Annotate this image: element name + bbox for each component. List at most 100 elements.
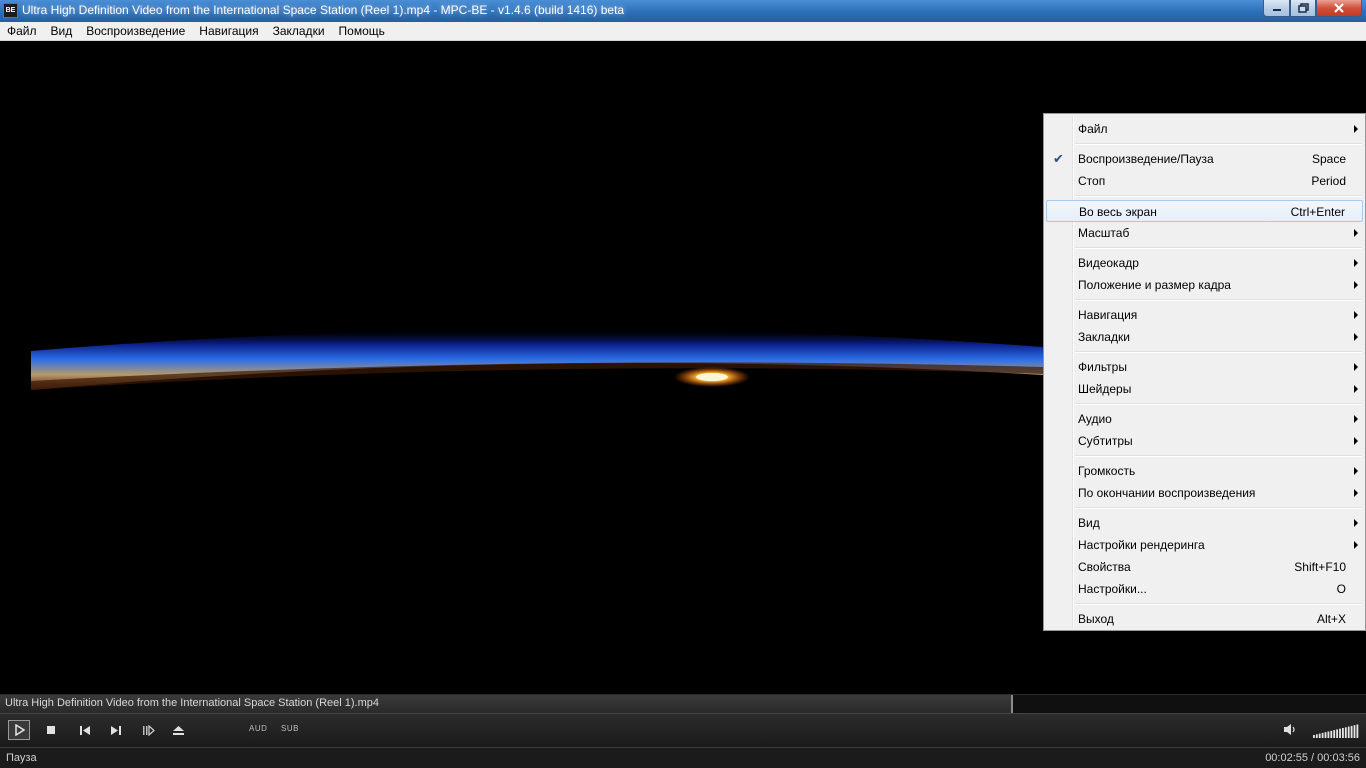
- context-menu-item[interactable]: Во весь экран Ctrl+Enter: [1046, 200, 1363, 222]
- stop-icon: [47, 726, 55, 734]
- volume-level-bar: [1315, 734, 1318, 738]
- context-menu-item[interactable]: Видеокадр: [1046, 252, 1363, 274]
- context-menu-item-shortcut: Ctrl+Enter: [1290, 205, 1345, 219]
- menu-separator: [1075, 455, 1362, 457]
- seek-bar[interactable]: Ultra High Definition Video from the Int…: [0, 694, 1366, 713]
- context-menu-item-label: Фильтры: [1078, 360, 1127, 374]
- volume-level-bar: [1344, 727, 1347, 738]
- context-menu-item[interactable]: Шейдеры: [1046, 378, 1363, 400]
- menu-play[interactable]: Воспроизведение: [79, 22, 192, 40]
- context-menu: Файл ✔ Воспроизведение/Пауза Space Стоп Perio…: [1043, 113, 1366, 631]
- stop-button[interactable]: [40, 720, 62, 740]
- submenu-arrow-icon: [1354, 363, 1358, 371]
- window-title: Ultra High Definition Video from the Int…: [22, 3, 625, 17]
- submenu-arrow-icon: [1354, 333, 1358, 341]
- context-menu-item[interactable]: Масштаб: [1046, 222, 1363, 244]
- menu-separator: [1075, 247, 1362, 249]
- submenu-arrow-icon: [1354, 311, 1358, 319]
- context-menu-item[interactable]: Настройки... O: [1046, 578, 1363, 600]
- context-menu-item-shortcut: Period: [1311, 174, 1346, 188]
- menu-help[interactable]: Помощь: [332, 22, 392, 40]
- context-menu-item[interactable]: Навигация: [1046, 304, 1363, 326]
- context-menu-item[interactable]: Аудио: [1046, 408, 1363, 430]
- context-menu-item-label: Файл: [1078, 122, 1108, 136]
- context-menu-item-label: Положение и размер кадра: [1078, 278, 1231, 292]
- menu-navigate[interactable]: Навигация: [192, 22, 265, 40]
- context-menu-item[interactable]: Стоп Period: [1046, 170, 1363, 192]
- submenu-arrow-icon: [1354, 437, 1358, 445]
- context-menu-item[interactable]: Громкость: [1046, 460, 1363, 482]
- menu-bookmarks[interactable]: Закладки: [266, 22, 332, 40]
- context-menu-item[interactable]: Субтитры: [1046, 430, 1363, 452]
- menu-separator: [1075, 507, 1362, 509]
- context-menu-item[interactable]: Фильтры: [1046, 356, 1363, 378]
- context-menu-item[interactable]: Вид: [1046, 512, 1363, 534]
- frame-step-icon: [142, 724, 155, 736]
- volume-level-bar: [1353, 725, 1356, 738]
- volume-level-bar: [1347, 726, 1350, 738]
- context-menu-item-label: Масштаб: [1078, 226, 1130, 240]
- eject-icon: [172, 725, 184, 735]
- context-menu-item-shortcut: Space: [1311, 152, 1346, 166]
- time-display: 00:02:55 / 00:03:56: [1265, 752, 1360, 764]
- menu-view[interactable]: Вид: [44, 22, 80, 40]
- next-button[interactable]: [105, 720, 127, 740]
- close-button[interactable]: [1316, 0, 1362, 17]
- minimize-button[interactable]: [1263, 0, 1290, 17]
- context-menu-item[interactable]: Свойства Shift+F10: [1046, 556, 1363, 578]
- menu-file[interactable]: Файл: [0, 22, 44, 40]
- close-icon: [1334, 3, 1344, 13]
- title-bar[interactable]: BE Ultra High Definition Video from the …: [0, 0, 1366, 22]
- context-menu-item-label: Закладки: [1078, 330, 1130, 344]
- submenu-arrow-icon: [1354, 415, 1358, 423]
- context-menu-item[interactable]: Закладки: [1046, 326, 1363, 348]
- context-menu-item[interactable]: Файл: [1046, 118, 1363, 140]
- playback-state: Пауза: [6, 752, 37, 764]
- volume-level-bar: [1350, 725, 1353, 738]
- volume-level-bar: [1330, 730, 1333, 738]
- play-button[interactable]: [8, 720, 30, 740]
- context-menu-item-label: Шейдеры: [1078, 382, 1132, 396]
- minimize-icon: [1272, 9, 1281, 11]
- skip-forward-icon: [111, 725, 121, 735]
- context-menu-item-label: Настройки рендеринга: [1078, 538, 1205, 552]
- control-bar: AUD SUB: [0, 713, 1366, 747]
- context-menu-item-label: Вид: [1078, 516, 1100, 530]
- context-menu-item-shortcut: O: [1336, 582, 1346, 596]
- context-menu-item[interactable]: Настройки рендеринга: [1046, 534, 1363, 556]
- submenu-arrow-icon: [1354, 259, 1358, 267]
- menu-separator: [1075, 195, 1362, 197]
- context-menu-item[interactable]: По окончании воспроизведения: [1046, 482, 1363, 504]
- context-menu-item-label: Навигация: [1078, 308, 1138, 322]
- volume-level-bar: [1356, 724, 1359, 738]
- context-menu-item[interactable]: Выход Alt+X: [1046, 608, 1363, 630]
- submenu-arrow-icon: [1354, 229, 1358, 237]
- restore-icon: [1297, 3, 1309, 13]
- volume-slider[interactable]: [1313, 722, 1359, 740]
- menu-separator: [1075, 603, 1362, 605]
- speaker-icon[interactable]: [1283, 723, 1297, 736]
- submenu-arrow-icon: [1354, 541, 1358, 549]
- submenu-arrow-icon: [1354, 467, 1358, 475]
- audio-track-button[interactable]: AUD: [249, 724, 267, 733]
- context-menu-item[interactable]: ✔ Воспроизведение/Пауза Space: [1046, 148, 1363, 170]
- restore-button[interactable]: [1290, 0, 1316, 17]
- app-icon[interactable]: BE: [3, 3, 18, 18]
- context-menu-item-label: Субтитры: [1078, 434, 1133, 448]
- eject-button[interactable]: [167, 720, 189, 740]
- context-menu-item[interactable]: Положение и размер кадра: [1046, 274, 1363, 296]
- volume-level-bar: [1342, 728, 1344, 738]
- subtitle-track-button[interactable]: SUB: [281, 724, 299, 733]
- menu-separator: [1075, 299, 1362, 301]
- volume-level-bar: [1313, 735, 1315, 738]
- menu-separator: [1075, 351, 1362, 353]
- context-menu-item-label: Настройки...: [1078, 582, 1147, 596]
- context-menu-item-shortcut: Shift+F10: [1294, 560, 1346, 574]
- context-menu-item-label: Видеокадр: [1078, 256, 1139, 270]
- frame-step-button[interactable]: [137, 720, 159, 740]
- volume-level-bar: [1321, 732, 1324, 738]
- menu-bar: Файл Вид Воспроизведение Навигация Закла…: [0, 22, 1366, 41]
- menu-separator: [1075, 143, 1362, 145]
- context-menu-item-label: По окончании воспроизведения: [1078, 486, 1256, 500]
- previous-button[interactable]: [74, 720, 96, 740]
